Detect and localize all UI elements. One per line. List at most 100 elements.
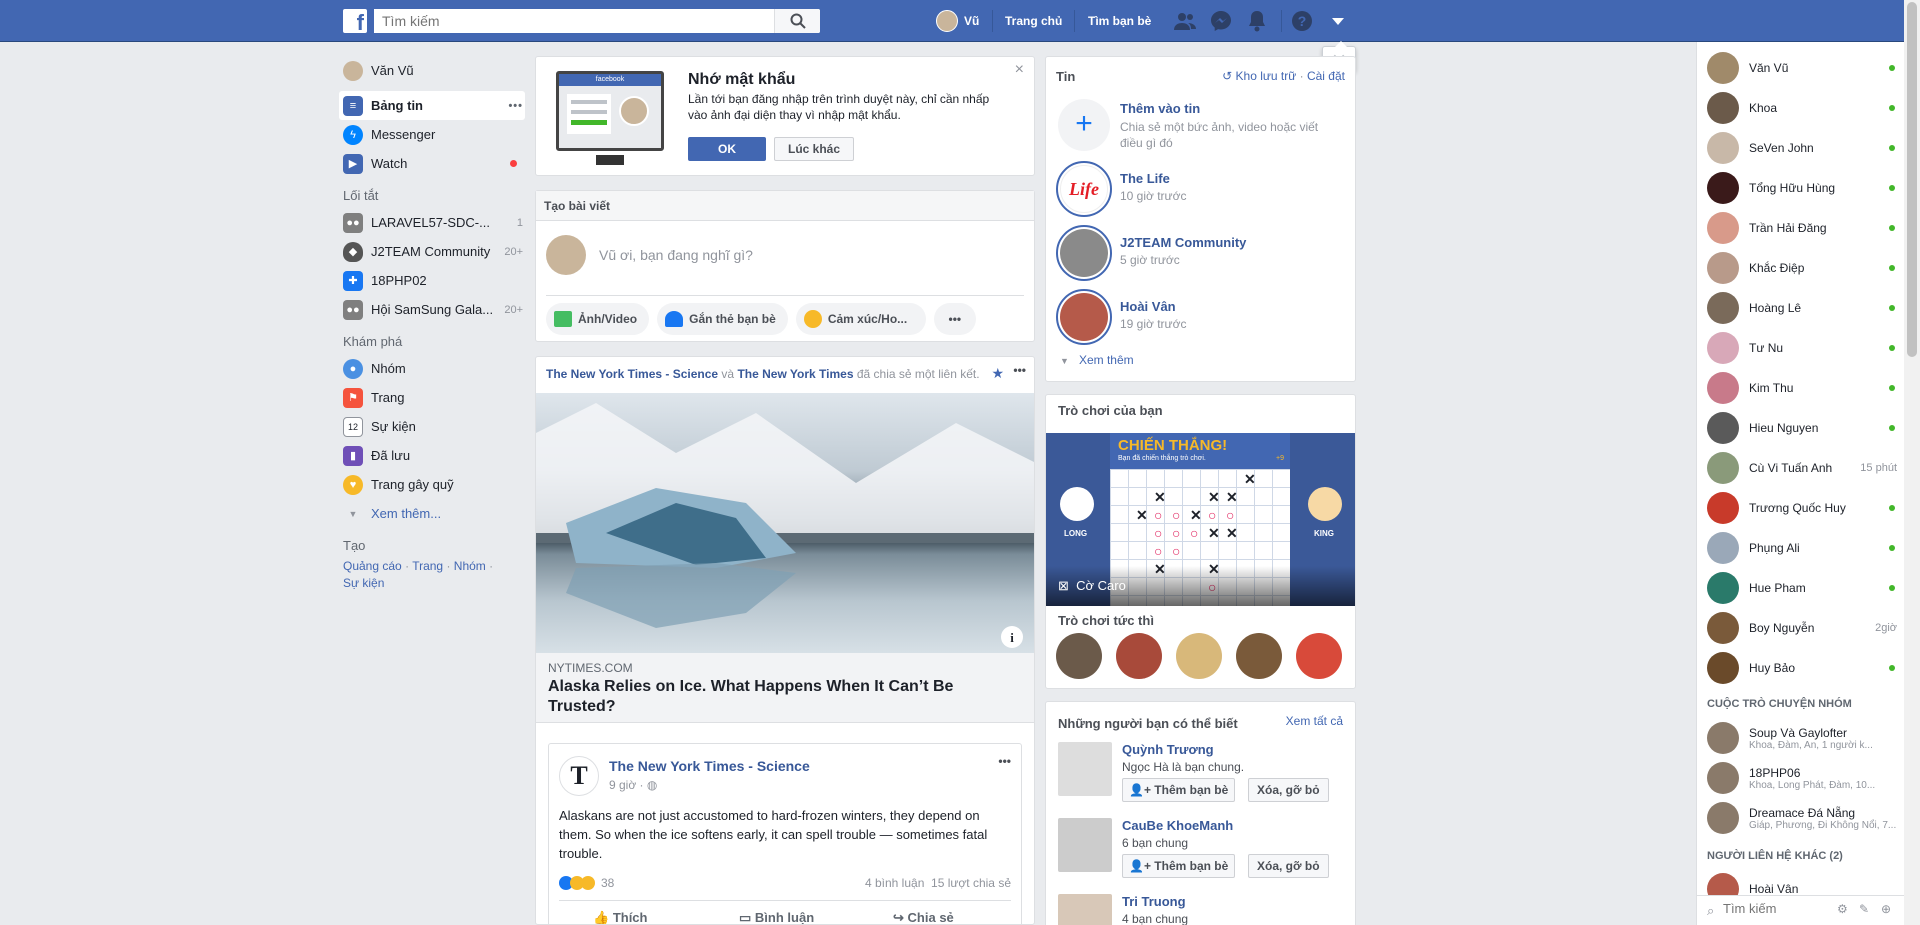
chat-contact[interactable]: Cù Vi Tuấn Anh 15 phút (1707, 448, 1897, 488)
explore-item-events[interactable]: 12 Sự kiện (339, 412, 525, 441)
group-chat-item[interactable]: 18PHP06 Khoa, Long Phát, Đàm, 10... (1707, 758, 1897, 798)
notifications-bell-icon[interactable] (1245, 9, 1269, 33)
composer-input[interactable]: Vũ ơi, bạn đang nghĩ gì? (599, 247, 753, 263)
create-group-link[interactable]: Nhóm (454, 559, 486, 573)
sidebar-item-newsfeed[interactable]: ≡ Bảng tin ••• (339, 91, 525, 120)
ok-button[interactable]: OK (688, 137, 766, 161)
stories-see-more[interactable]: ▼ Xem thêm (1060, 353, 1134, 367)
instant-game-avatar[interactable] (1296, 633, 1342, 679)
reaction-summary[interactable]: 38 (559, 876, 614, 890)
page-scrollbar[interactable] (1904, 0, 1920, 925)
explore-item-fundraisers[interactable]: ♥ Trang gây quỹ (339, 470, 525, 499)
info-icon[interactable]: i (1010, 630, 1014, 645)
archive-link[interactable]: Kho lưu trữ (1236, 69, 1297, 83)
sidebar-profile[interactable]: Văn Vũ (339, 56, 525, 85)
friend-requests-icon[interactable] (1173, 9, 1197, 33)
chat-contact[interactable]: Khắc Điệp (1707, 248, 1897, 288)
profile-link[interactable]: Vũ (936, 0, 979, 42)
explore-item-saved[interactable]: ▮ Đã lưu (339, 441, 525, 470)
comment-count[interactable]: 4 bình luận (865, 876, 924, 890)
chevron-down-icon[interactable] (1326, 9, 1350, 33)
chat-contact[interactable]: SeVen John (1707, 128, 1897, 168)
pymk-name[interactable]: Quỳnh Trương (1122, 742, 1214, 757)
chat-contact[interactable]: Huy Bảo (1707, 648, 1897, 688)
instant-game-avatar[interactable] (1236, 633, 1282, 679)
story-item[interactable]: Hoài Vân 19 giờ trước (1056, 289, 1346, 349)
share-button[interactable]: ↪ Chia sẻ (893, 910, 954, 924)
chat-contact[interactable]: Khoa (1707, 88, 1897, 128)
shortcut-item[interactable]: ●● LARAVEL57-SDC-... 1 (339, 208, 525, 237)
explore-item-groups[interactable]: ● Nhóm (339, 354, 525, 383)
shortcut-item[interactable]: ✚ 18PHP02 (339, 266, 525, 295)
shortcut-item[interactable]: ●● Hội SamSung Gala... 20+ (339, 295, 525, 324)
add-friend-button[interactable]: 👤+ Thêm bạn bè (1122, 778, 1236, 802)
sidebar-item-messenger[interactable]: ϟ Messenger (339, 120, 525, 149)
chat-search-input[interactable] (1723, 901, 1823, 916)
post-source-link[interactable]: The New York Times - Science (546, 367, 718, 381)
see-more-link[interactable]: ▼ Xem thêm... (339, 499, 525, 528)
article-image[interactable]: i (536, 393, 1034, 653)
story-item[interactable]: J2TEAM Community 5 giờ trước (1056, 225, 1346, 285)
like-button[interactable]: 👍 Thích (593, 910, 647, 924)
chat-contact[interactable]: Hue Pham (1707, 568, 1897, 608)
chat-contact[interactable]: Boy Nguyễn 2giờ (1707, 608, 1897, 648)
shortcut-item[interactable]: ◆ J2TEAM Community 20+ (339, 237, 525, 266)
find-friends-link[interactable]: Tìm bạn bè (1088, 0, 1151, 42)
avatar[interactable] (1058, 742, 1112, 796)
photo-video-button[interactable]: Ảnh/Video (546, 303, 650, 335)
star-icon[interactable]: ★ (991, 365, 1004, 382)
search-input[interactable] (374, 9, 774, 33)
group-add-icon[interactable]: ⊕ (1881, 902, 1891, 916)
remove-button[interactable]: Xóa, gỡ bỏ (1248, 778, 1329, 802)
scrollbar-thumb[interactable] (1907, 2, 1917, 357)
see-all-link[interactable]: Xem tất cả (1286, 714, 1343, 728)
story-item[interactable]: Life The Life 10 giờ trước (1056, 161, 1346, 221)
post-source-link[interactable]: The New York Times (737, 367, 853, 381)
explore-item-pages[interactable]: ⚑ Trang (339, 383, 525, 412)
group-chat-item[interactable]: Dreamace Đá Nẵng Giáp, Phương, Đi Không N… (1707, 798, 1897, 838)
pymk-name[interactable]: Tri Truong (1122, 894, 1186, 909)
instant-game-avatar[interactable] (1116, 633, 1162, 679)
chat-contact[interactable]: Tổng Hữu Hùng (1707, 168, 1897, 208)
tag-friends-button[interactable]: Gắn thẻ bạn bè (657, 303, 788, 335)
help-icon[interactable]: ? (1290, 9, 1314, 33)
instant-game-avatar[interactable] (1176, 633, 1222, 679)
feeling-button[interactable]: Cảm xúc/Ho... (795, 303, 926, 335)
chat-contact[interactable]: Kim Thu (1707, 368, 1897, 408)
remove-button[interactable]: Xóa, gỡ bỏ (1248, 854, 1329, 878)
chat-contact[interactable]: Trương Quốc Huy (1707, 488, 1897, 528)
chat-contact[interactable]: Tư Nu (1707, 328, 1897, 368)
comment-button[interactable]: ▭ Bình luận (739, 910, 814, 924)
messenger-icon[interactable] (1209, 9, 1233, 33)
caro-game-banner[interactable]: CHIẾN THẮNG! Bạn đã chiến thắng trò chơi… (1046, 433, 1355, 606)
chat-contact[interactable]: Hoàng Lê (1707, 288, 1897, 328)
settings-link[interactable]: Cài đặt (1307, 69, 1345, 83)
more-options-icon[interactable]: ••• (508, 100, 523, 112)
add-friend-button[interactable]: 👤+ Thêm bạn bè (1122, 854, 1236, 878)
chat-contact[interactable]: Văn Vũ (1707, 48, 1897, 88)
more-options-icon[interactable]: ••• (933, 303, 976, 335)
chat-contact[interactable]: Phụng Ali (1707, 528, 1897, 568)
group-chat-item[interactable]: Soup Và Gaylofter Khoa, Đàm, An, 1 người … (1707, 718, 1897, 758)
close-icon[interactable]: × (1015, 61, 1024, 79)
avatar[interactable] (1058, 894, 1112, 925)
chat-contact[interactable]: Hieu Nguyen (1707, 408, 1897, 448)
instant-game-avatar[interactable] (1056, 633, 1102, 679)
link-preview[interactable]: NYTIMES.COM Alaska Relies on Ice. What H… (536, 653, 1034, 723)
shared-post-author[interactable]: The New York Times - Science (609, 758, 810, 774)
facebook-logo-icon[interactable]: f (343, 9, 367, 33)
home-link[interactable]: Trang chủ (1005, 0, 1062, 42)
later-button[interactable]: Lúc khác (774, 137, 854, 161)
create-event-link[interactable]: Sự kiện (343, 576, 384, 590)
search-button[interactable] (774, 9, 820, 33)
sidebar-item-watch[interactable]: ▶ Watch (339, 149, 525, 178)
chat-contact[interactable]: Trần Hải Đăng (1707, 208, 1897, 248)
more-options-icon[interactable]: ••• (998, 754, 1011, 768)
share-count[interactable]: 15 lượt chia sẻ (931, 876, 1011, 890)
compose-icon[interactable]: ✎ (1859, 902, 1869, 916)
pymk-name[interactable]: CauBe KhoeManh (1122, 818, 1233, 833)
avatar[interactable] (1058, 818, 1112, 872)
more-options-icon[interactable]: ••• (1013, 363, 1026, 377)
create-page-link[interactable]: Trang (412, 559, 443, 573)
gear-icon[interactable]: ⚙ (1837, 902, 1848, 916)
